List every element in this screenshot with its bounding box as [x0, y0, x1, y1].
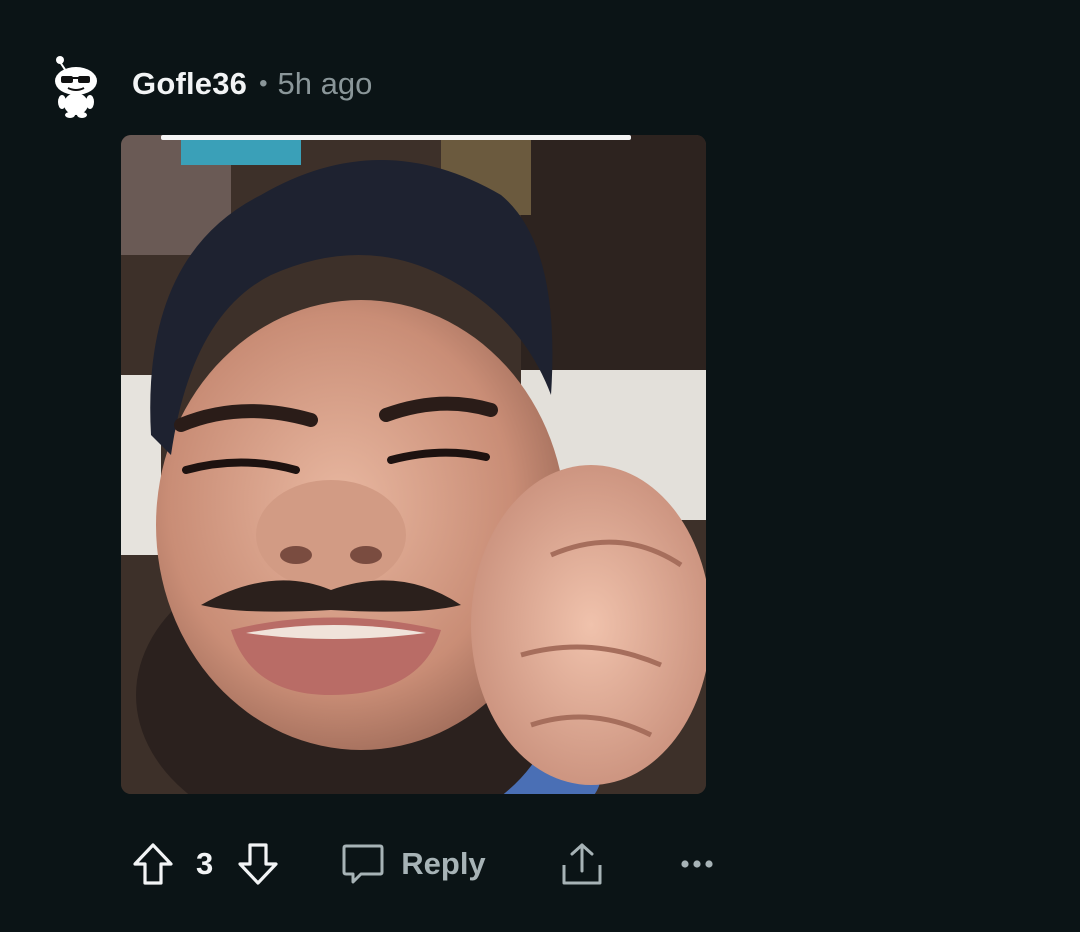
timestamp: 5h ago — [277, 66, 373, 101]
more-options-button[interactable] — [680, 858, 714, 870]
laughing-man-gif — [121, 135, 706, 794]
avatar[interactable] — [46, 52, 106, 118]
upvote-button[interactable] — [130, 841, 176, 887]
share-button[interactable] — [560, 841, 604, 887]
snoo-with-sunglasses-icon — [55, 56, 97, 118]
arrow-up-icon — [133, 843, 173, 885]
downvote-button[interactable] — [235, 841, 281, 887]
comment-gif[interactable] — [121, 135, 706, 794]
vote-controls: 3 — [130, 841, 281, 887]
speech-bubble-icon — [342, 844, 384, 884]
reply-label: Reply — [401, 846, 486, 881]
comment-actions: 3 Reply — [130, 836, 714, 892]
reply-button[interactable]: Reply — [341, 841, 486, 887]
vote-score: 3 — [196, 846, 214, 881]
comment-meta: Gofle36 • 5h ago — [132, 62, 372, 106]
comment: Gofle36 • 5h ago 3 Reply — [0, 0, 1080, 932]
meta-separator: • — [259, 70, 268, 97]
username-link[interactable]: Gofle36 — [132, 66, 247, 102]
share-upload-icon — [562, 843, 602, 885]
arrow-down-icon — [238, 843, 278, 885]
ellipsis-icon — [681, 860, 713, 868]
